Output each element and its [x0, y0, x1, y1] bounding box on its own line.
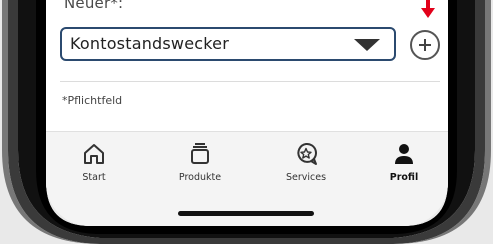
field-label: Neuer*:: [64, 0, 124, 12]
tab-label: Profil: [389, 172, 419, 183]
phone-screen: Neuer*: Kontostandswecker *Pflichtfeld S…: [46, 0, 448, 226]
tab-label: Produkte: [178, 172, 222, 183]
divider: [60, 81, 440, 82]
home-indicator[interactable]: [178, 211, 314, 216]
tab-produkte[interactable]: Produkte: [160, 141, 240, 183]
type-select[interactable]: Kontostandswecker: [60, 27, 396, 61]
service-star-icon: [297, 142, 317, 165]
tab-start[interactable]: Start: [54, 141, 134, 183]
stack-icon: [191, 143, 209, 164]
tab-label: Start: [82, 172, 106, 183]
required-note: *Pflichtfeld: [62, 94, 123, 107]
caret-down-icon: [354, 39, 380, 51]
home-icon: [84, 144, 104, 164]
select-value: Kontostandswecker: [70, 34, 229, 53]
tab-label: Services: [285, 172, 327, 183]
add-button[interactable]: [410, 30, 440, 60]
tab-profil[interactable]: Profil: [364, 141, 444, 183]
person-icon: [395, 144, 413, 164]
red-arrow-down-icon: [421, 0, 435, 18]
tab-services[interactable]: Services: [266, 141, 346, 183]
